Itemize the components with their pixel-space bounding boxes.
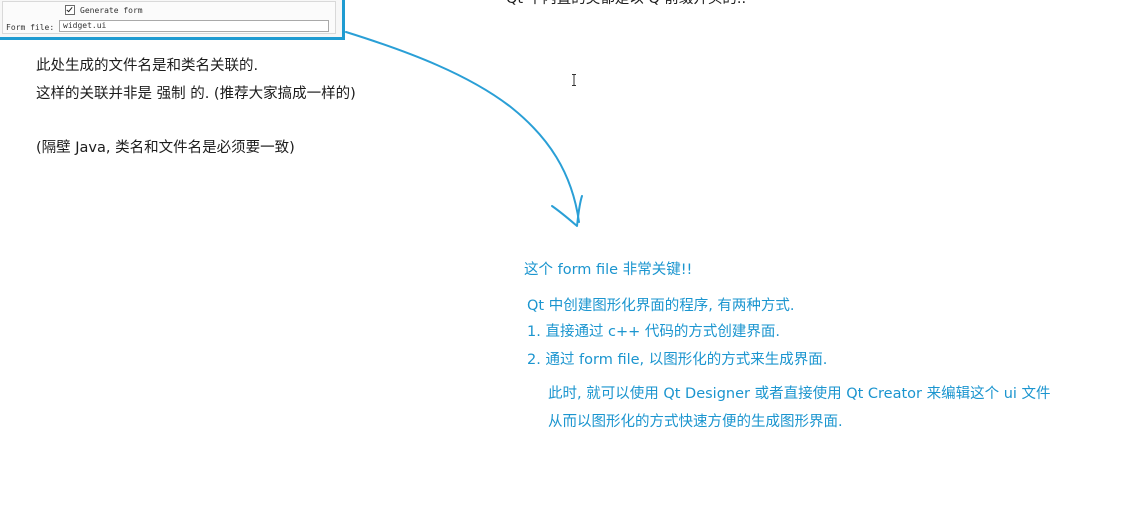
generate-form-label: Generate form (80, 5, 143, 15)
generate-form-row[interactable]: Generate form (65, 4, 143, 16)
form-file-highlight-box: Generate form Form file: widget.ui (0, 0, 345, 40)
text-cursor-icon (572, 74, 576, 86)
note-way-code: 1. 直接通过 c++ 代码的方式创建界面. (527, 324, 781, 340)
note-designer-usage: 此时, 就可以使用 Qt Designer 或者直接使用 Qt Creator … (548, 386, 1051, 402)
note-quick-generation: 从而以图形化的方式快速方便的生成图形界面. (548, 414, 843, 430)
form-file-label: Form file: (6, 23, 55, 32)
top-cut-text: Qt 中内置的类都是以 Q 前缀开头的.. (506, 0, 746, 8)
note-form-file-key: 这个 form file 非常关键!! (524, 262, 693, 278)
note-filename-association: 此处生成的文件名是和类名关联的. (36, 58, 259, 74)
wizard-snippet: Generate form Form file: widget.ui (2, 1, 336, 34)
note-not-mandatory: 这样的关联并非是 强制 的. (推荐大家搞成一样的) (36, 86, 356, 102)
note-java-comparison: (隔壁 Java, 类名和文件名是必须要一致) (36, 140, 295, 156)
note-two-ways: Qt 中创建图形化界面的程序, 有两种方式. (527, 298, 795, 314)
note-way-form-file: 2. 通过 form file, 以图形化的方式来生成界面. (527, 352, 828, 368)
form-file-input[interactable]: widget.ui (59, 20, 329, 32)
generate-form-checkbox[interactable] (65, 5, 75, 15)
